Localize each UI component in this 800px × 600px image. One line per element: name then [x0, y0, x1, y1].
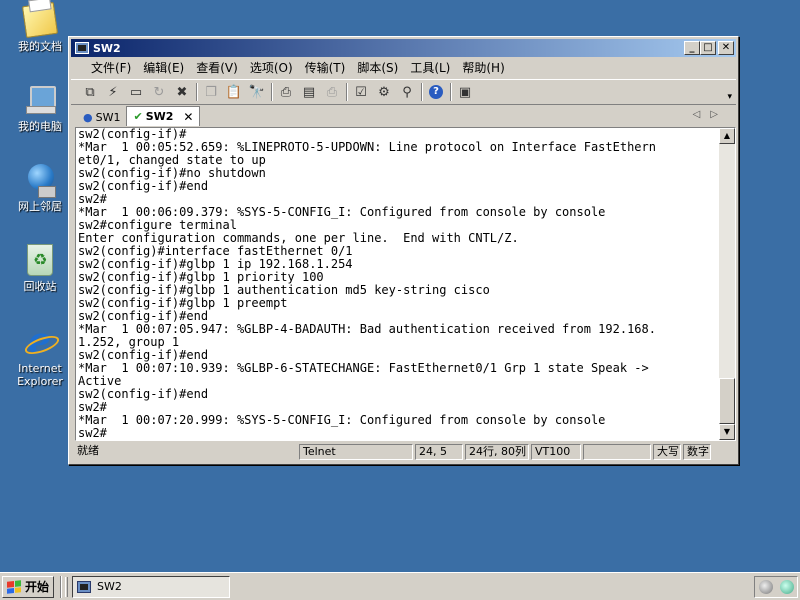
status-protocol: Telnet [299, 444, 413, 460]
status-empty [583, 444, 651, 460]
recycle-bin-icon [27, 244, 53, 276]
keymap-icon[interactable]: ⚲ [398, 83, 416, 101]
tab-label: SW2 [145, 110, 174, 123]
toolbar-separator [421, 83, 423, 101]
network-status-icon[interactable] [779, 580, 794, 594]
desktop-icon-label: 我的文档 [18, 40, 62, 53]
desktop-icon-label: 回收站 [23, 280, 57, 293]
info-icon: ● [83, 110, 93, 124]
print-setup-icon[interactable]: ▤ [300, 83, 318, 101]
menu-view[interactable]: 查看(V) [190, 59, 244, 77]
terminal-area[interactable]: sw2(config-if)# *Mar 1 00:05:52.659: %LI… [75, 127, 736, 441]
toolbar-separator [271, 83, 273, 101]
menu-transfer[interactable]: 传输(T) [299, 59, 352, 77]
paste-icon[interactable]: 📋 [225, 83, 243, 101]
vertical-scrollbar[interactable]: ▲ ▼ [719, 128, 735, 440]
taskbar-divider [60, 575, 63, 598]
securecrt-window: SW2 _ □ ✕ 文件(F) 编辑(E) 查看(V) 选项(O) 传输(T) … [68, 36, 739, 465]
window-controls: _ □ ✕ [684, 41, 734, 55]
desktop-icon-network-places[interactable]: 网上邻居 [10, 164, 70, 213]
tab-sw2[interactable]: ✔ SW2 ✕ [126, 106, 201, 126]
desktop-icon-recycle-bin[interactable]: 回收站 [10, 244, 70, 293]
menu-bar: 文件(F) 编辑(E) 查看(V) 选项(O) 传输(T) 脚本(S) 工具(L… [71, 58, 736, 78]
connect-tab-icon[interactable]: ▭ [127, 83, 145, 101]
toolbar: ⧉ ⚡ ▭ ↻ ✖ ❐ 📋 🔭 ⎙ ▤ ⎙ ☑ ⚙ ⚲ ? ▣ ▾ [71, 79, 736, 105]
scroll-down-icon[interactable]: ▼ [719, 424, 735, 440]
system-tray [754, 576, 798, 598]
session-tabs: ● SW1 ✔ SW2 ✕ ◁▷ [71, 106, 736, 126]
menu-edit[interactable]: 编辑(E) [137, 59, 190, 77]
desktop-icon-my-documents[interactable]: 我的文档 [10, 1, 70, 53]
print-screen-icon[interactable]: ⎙ [323, 83, 341, 101]
title-bar[interactable]: SW2 _ □ ✕ [71, 39, 736, 57]
menu-tools[interactable]: 工具(L) [404, 59, 456, 77]
desktop-icon-label: 网上邻居 [18, 200, 62, 213]
status-emulation: VT100 [531, 444, 581, 460]
print-icon[interactable]: ⎙ [277, 83, 295, 101]
start-label: 开始 [25, 580, 50, 594]
taskbar: 开始 SW2 [0, 572, 800, 600]
taskbar-grip[interactable] [65, 576, 69, 597]
minimize-button[interactable]: _ [684, 41, 700, 55]
network-places-icon [24, 164, 56, 198]
scroll-up-icon[interactable]: ▲ [719, 128, 735, 144]
taskbar-button-sw2[interactable]: SW2 [72, 575, 231, 598]
terminal-text: sw2(config-if)# *Mar 1 00:05:52.659: %LI… [78, 128, 656, 440]
app-icon[interactable] [75, 42, 89, 54]
menu-options[interactable]: 选项(O) [244, 59, 299, 77]
toolbar-separator [196, 83, 198, 101]
tab-label: SW1 [95, 110, 121, 124]
session-options-icon[interactable]: ☑ [352, 83, 370, 101]
status-cursor-position: 24, 5 [415, 444, 463, 460]
help-icon[interactable]: ? [427, 83, 445, 101]
window-title: SW2 [93, 41, 121, 55]
global-options-icon[interactable]: ⚙ [375, 83, 393, 101]
status-num-lock: 数字 [683, 444, 711, 460]
status-terminal-size: 24行, 80列 [465, 444, 529, 460]
volume-icon[interactable] [758, 580, 773, 594]
checkmark-icon: ✔ [133, 110, 143, 123]
tab-sw1[interactable]: ● SW1 [77, 108, 126, 126]
my-documents-icon [21, 1, 59, 39]
toolbar-separator [346, 83, 348, 101]
desktop-icon-label: 我的电脑 [18, 120, 62, 133]
disconnect-icon[interactable]: ✖ [173, 83, 191, 101]
internet-explorer-icon [24, 320, 56, 362]
screenshot-icon[interactable]: ▣ [456, 83, 474, 101]
app-icon [77, 580, 92, 593]
start-button[interactable]: 开始 [2, 575, 55, 598]
tab-close-button[interactable]: ✕ [183, 110, 193, 124]
status-bar: 就绪 Telnet 24, 5 24行, 80列 VT100 大写 数字 [71, 442, 736, 462]
menu-help[interactable]: 帮助(H) [456, 59, 510, 77]
taskbar-button-label: SW2 [97, 580, 122, 593]
desktop-icon-label: Internet Explorer [17, 362, 63, 388]
toolbar-separator [450, 83, 452, 101]
windows-logo-icon [7, 579, 21, 594]
quick-connect-icon[interactable]: ⚡ [104, 83, 122, 101]
status-caps-lock: 大写 [653, 444, 681, 460]
toolbar-overflow-icon[interactable]: ▾ [727, 92, 732, 102]
tab-scroll-arrows[interactable]: ◁▷ [693, 109, 728, 120]
status-ready: 就绪 [77, 444, 99, 457]
copy-icon[interactable]: ❐ [202, 83, 220, 101]
terminal-output[interactable]: sw2(config-if)# *Mar 1 00:05:52.659: %LI… [76, 128, 719, 440]
menu-file[interactable]: 文件(F) [85, 59, 137, 77]
my-computer-icon [24, 84, 56, 116]
menu-script[interactable]: 脚本(S) [351, 59, 404, 77]
maximize-button[interactable]: □ [700, 41, 716, 55]
reconnect-icon[interactable]: ↻ [150, 83, 168, 101]
find-icon[interactable]: 🔭 [248, 83, 266, 101]
desktop-icon-my-computer[interactable]: 我的电脑 [10, 84, 70, 133]
scroll-thumb[interactable] [719, 378, 735, 424]
close-button[interactable]: ✕ [718, 41, 734, 55]
desktop-icon-internet-explorer[interactable]: Internet Explorer [10, 320, 70, 388]
connect-icon[interactable]: ⧉ [81, 83, 99, 101]
